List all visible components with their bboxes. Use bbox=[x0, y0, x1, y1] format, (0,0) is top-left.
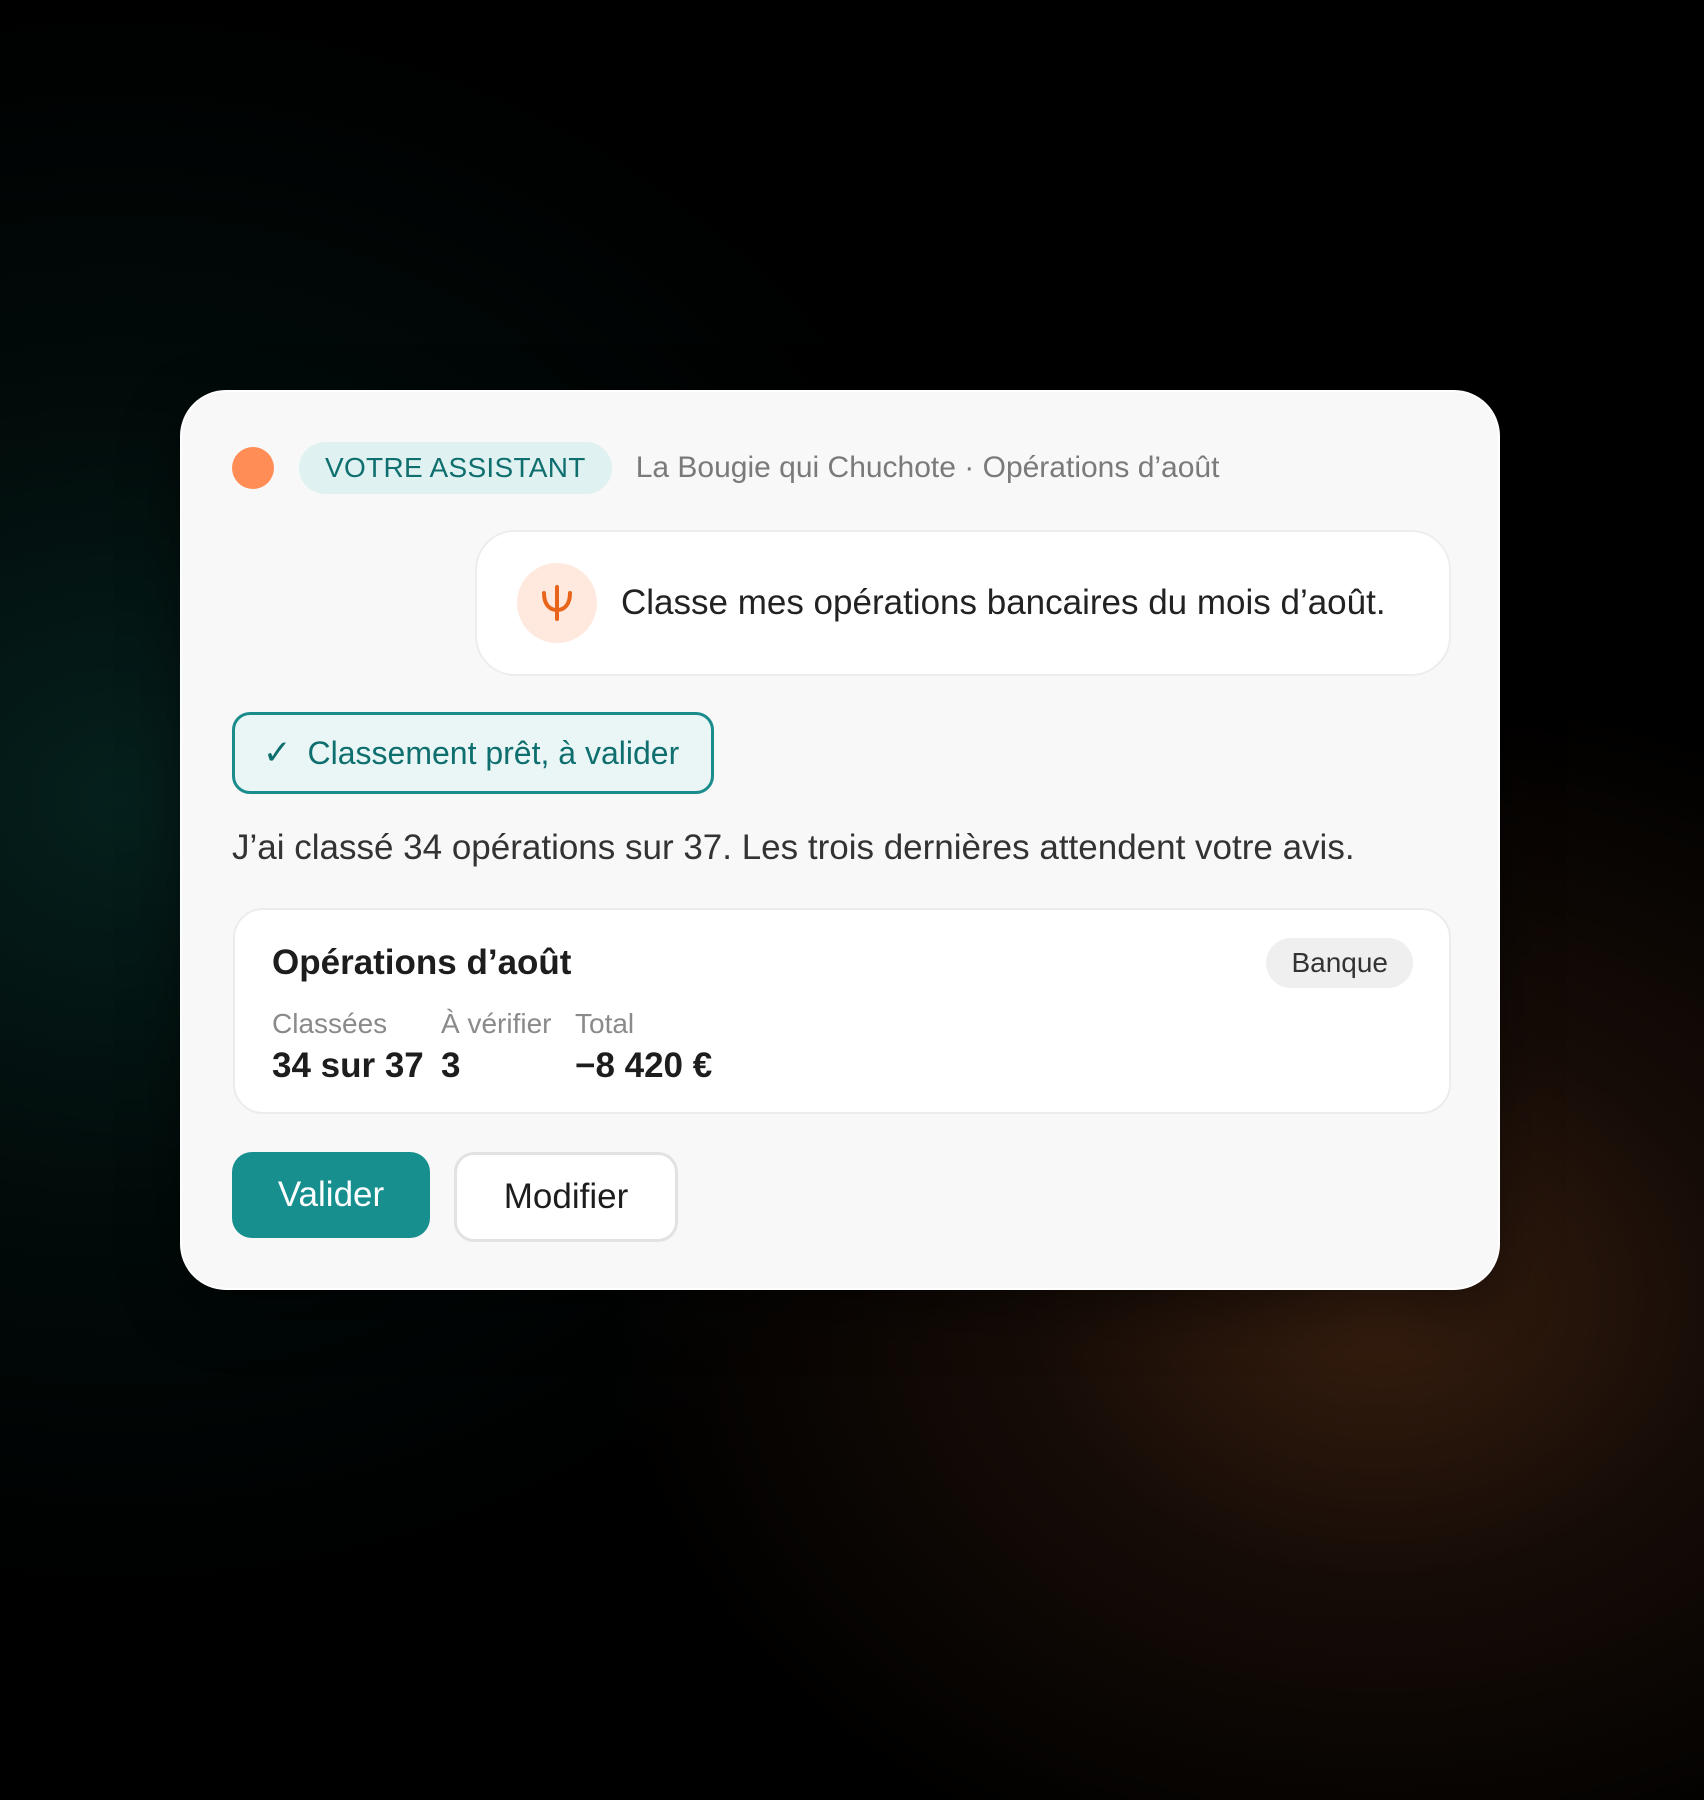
summary-card: Opérations d’août Banque Classées 34 sur… bbox=[233, 908, 1451, 1114]
validate-button[interactable]: Valider bbox=[232, 1152, 430, 1238]
source-badge: Banque bbox=[1266, 938, 1413, 988]
stat-classified: Classées 34 sur 37 bbox=[272, 1008, 424, 1086]
status-text: Classement prêt, à valider bbox=[307, 734, 680, 771]
status-dot bbox=[232, 447, 274, 489]
check-icon: ✓ bbox=[263, 733, 292, 773]
stat-label: À vérifier bbox=[441, 1008, 552, 1039]
stat-label: Classées bbox=[272, 1008, 388, 1039]
stat-value: 34 sur 37 bbox=[272, 1046, 424, 1085]
stat-total: Total −8 420 € bbox=[575, 1008, 712, 1086]
context-breadcrumb: La Bougie qui Chuchote · Opérations d’ao… bbox=[635, 451, 1220, 484]
assistant-reply: J’ai classé 34 opérations sur 37. Les tr… bbox=[232, 828, 1355, 867]
user-message-text: Classe mes opérations bancaires du mois … bbox=[621, 583, 1386, 622]
summary-title: Opérations d’août bbox=[272, 943, 572, 982]
stat-to-verify: À vérifier 3 bbox=[441, 1008, 551, 1086]
user-message-bubble: Classe mes opérations bancaires du mois … bbox=[475, 530, 1451, 676]
card-header: VOTRE ASSISTANT La Bougie qui Chuchote ·… bbox=[232, 442, 1219, 494]
status-badge: ✓ Classement prêt, à valider bbox=[232, 712, 715, 794]
microphone-icon[interactable] bbox=[517, 563, 597, 643]
modify-button[interactable]: Modifier bbox=[454, 1152, 678, 1242]
assistant-badge: VOTRE ASSISTANT bbox=[299, 442, 612, 494]
stat-value: −8 420 € bbox=[575, 1046, 713, 1085]
assistant-card: VOTRE ASSISTANT La Bougie qui Chuchote ·… bbox=[180, 390, 1500, 1290]
stat-value: 3 bbox=[441, 1046, 461, 1085]
stat-label: Total bbox=[575, 1008, 635, 1039]
